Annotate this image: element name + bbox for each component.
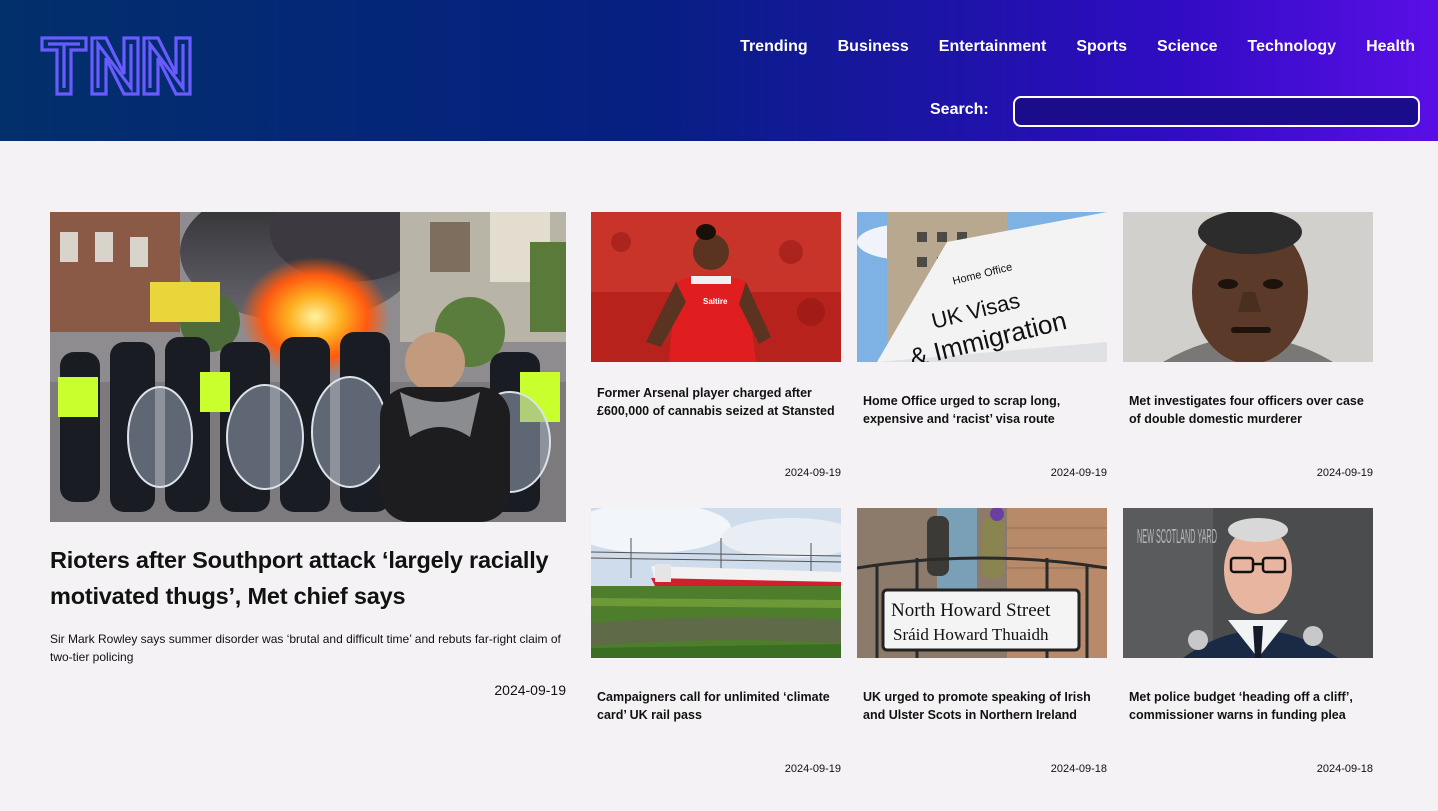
scotland-yard-sign: NEW SCOTLAND YARD bbox=[1137, 526, 1217, 548]
nav-technology[interactable]: Technology bbox=[1248, 37, 1337, 57]
nav-entertainment[interactable]: Entertainment bbox=[939, 37, 1047, 57]
card-title[interactable]: UK urged to promote speaking of Irish an… bbox=[863, 688, 1103, 724]
card-date: 2024-09-19 bbox=[1316, 467, 1373, 479]
search-input[interactable] bbox=[1013, 96, 1420, 127]
card-title[interactable]: Campaigners call for unlimited ‘climate … bbox=[597, 688, 837, 724]
tnn-logo[interactable] bbox=[40, 36, 192, 96]
nav-business[interactable]: Business bbox=[838, 37, 909, 57]
card-date: 2024-09-18 bbox=[1316, 763, 1373, 775]
article-card[interactable]: Campaigners call for unlimited ‘climate … bbox=[591, 508, 841, 776]
card-date: 2024-09-19 bbox=[784, 467, 841, 479]
card-title[interactable]: Former Arsenal player charged after £600… bbox=[597, 384, 837, 420]
site-header: Trending Business Entertainment Sports S… bbox=[0, 0, 1438, 141]
card-image-train[interactable] bbox=[591, 508, 841, 658]
featured-date: 2024-09-19 bbox=[494, 682, 566, 698]
card-date: 2024-09-19 bbox=[784, 763, 841, 775]
article-card[interactable]: Met investigates four officers over case… bbox=[1123, 212, 1373, 480]
search-label: Search: bbox=[930, 101, 989, 118]
featured-summary: Sir Mark Rowley says summer disorder was… bbox=[50, 632, 561, 664]
featured-image-riot[interactable] bbox=[50, 212, 566, 522]
featured-article[interactable]: Rioters after Southport attack ‘largely … bbox=[50, 212, 566, 698]
card-title[interactable]: Met police budget ‘heading off a cliff’,… bbox=[1129, 688, 1369, 724]
street-sign-line-2: Sráid Howard Thuaidh bbox=[893, 625, 1049, 644]
card-image-street-sign[interactable]: North Howard Street Sráid Howard Thuaidh bbox=[857, 508, 1107, 658]
card-image-mugshot[interactable] bbox=[1123, 212, 1373, 362]
nav-trending[interactable]: Trending bbox=[740, 37, 808, 57]
nav-health[interactable]: Health bbox=[1366, 37, 1415, 57]
street-sign-line-1: North Howard Street bbox=[891, 600, 1051, 621]
article-card[interactable]: NEW SCOTLAND YARD Met police budget ‘hea… bbox=[1123, 508, 1373, 776]
card-title[interactable]: Met investigates four officers over case… bbox=[1129, 392, 1369, 428]
card-image-visa-sign[interactable]: Home Office UK Visas & Immigration bbox=[857, 212, 1107, 362]
nav-science[interactable]: Science bbox=[1157, 37, 1217, 57]
main-nav: Trending Business Entertainment Sports S… bbox=[710, 37, 1415, 57]
article-card[interactable]: Saltire Former Arsenal player charged af… bbox=[591, 212, 841, 480]
shirt-sponsor-text: Saltire bbox=[703, 297, 728, 306]
card-title[interactable]: Home Office urged to scrap long, expensi… bbox=[863, 392, 1103, 428]
card-date: 2024-09-19 bbox=[1050, 467, 1107, 479]
article-card[interactable]: North Howard Street Sráid Howard Thuaidh… bbox=[857, 508, 1107, 776]
card-image-commissioner[interactable]: NEW SCOTLAND YARD bbox=[1123, 508, 1373, 658]
card-image-footballer[interactable]: Saltire bbox=[591, 212, 841, 362]
article-card[interactable]: Home Office UK Visas & Immigration Home … bbox=[857, 212, 1107, 480]
card-date: 2024-09-18 bbox=[1050, 763, 1107, 775]
nav-sports[interactable]: Sports bbox=[1076, 37, 1127, 57]
featured-title[interactable]: Rioters after Southport attack ‘largely … bbox=[50, 542, 566, 614]
